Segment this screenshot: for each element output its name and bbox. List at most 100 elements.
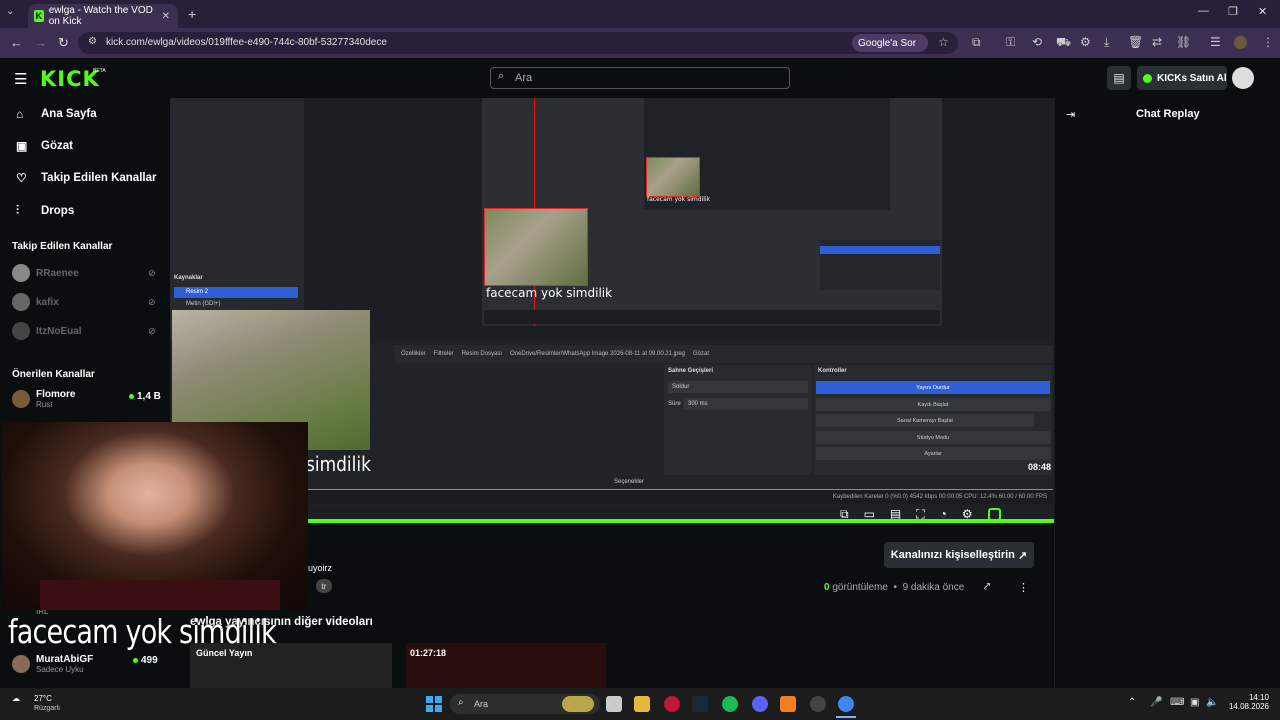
opera-icon[interactable]: [664, 696, 680, 712]
discord-icon[interactable]: [752, 696, 768, 712]
offline-icon: ⊘: [148, 325, 156, 336]
minimize-icon[interactable]: —: [1198, 5, 1209, 17]
browser-menu-icon[interactable]: ⋮: [1262, 35, 1274, 49]
file-explorer-icon[interactable]: [634, 696, 650, 712]
site-info-icon[interactable]: ⚙: [88, 36, 97, 47]
download-icon[interactable]: ⤓: [1104, 35, 1109, 50]
nav-drops-label: Drops: [41, 204, 75, 217]
back-icon[interactable]: ←: [10, 35, 23, 50]
url-text: kick.com/ewlga/videos/019fffee-e490-744c…: [106, 37, 387, 48]
home-icon: ⌂: [16, 107, 24, 121]
more-options-icon[interactable]: ⋮: [1018, 581, 1029, 594]
kicks-buy-button[interactable]: KICKs Satın Al: [1137, 66, 1227, 90]
google-sor-label: Google'a Sor: [858, 37, 917, 49]
obs-icon[interactable]: [810, 696, 826, 712]
cloud-icon[interactable]: [780, 696, 796, 712]
obs-tab: Resim Dosyası: [461, 351, 503, 357]
google-sor-button[interactable]: Google'a Sor: [852, 34, 928, 52]
obs-tab: Özellikler: [401, 351, 426, 357]
avatar: [12, 655, 30, 673]
bookmark-star-icon[interactable]: ☆: [938, 35, 949, 49]
close-tab-icon[interactable]: ✕: [162, 11, 170, 22]
obs-source-row: Resim 2: [174, 287, 298, 298]
restore-icon[interactable]: ❐: [1228, 5, 1238, 18]
reload-icon[interactable]: ↻: [58, 35, 69, 51]
language-tag[interactable]: tr: [316, 579, 332, 593]
puzzle-icon[interactable]: ⚙: [1080, 35, 1091, 49]
nav-drops[interactable]: ⫶ Drops: [16, 203, 74, 218]
followed-channel[interactable]: kafix ⊘: [12, 293, 156, 311]
taskbar-clock[interactable]: 14:10 14.08.2026: [1225, 693, 1269, 711]
library-icon: ▤: [1113, 71, 1125, 85]
obs-control-button: Sanal Kamerayı Başlat: [816, 414, 1034, 427]
channel-name: MuratAbiGF: [36, 654, 94, 665]
followed-heading: Takip Edilen Kanallar: [12, 241, 113, 252]
viewer-count: 499: [133, 655, 158, 666]
recommended-channel[interactable]: Flomore Rust: [12, 389, 75, 409]
channel-name: RRaenee: [36, 267, 79, 279]
kicks-buy-label: KICKs Satın Al: [1157, 72, 1227, 84]
car-icon[interactable]: ⛟: [1056, 35, 1071, 51]
search-icon: ⌕: [498, 70, 505, 82]
followed-channel[interactable]: ItzNoEual ⊘: [12, 322, 156, 340]
library-button[interactable]: ▤: [1107, 66, 1131, 90]
volume-icon[interactable]: 🔈: [1206, 697, 1218, 708]
nav-home[interactable]: ⌂ Ana Sayfa: [16, 107, 97, 121]
extensions-icon[interactable]: ⧉: [972, 35, 981, 50]
profile-avatar-icon[interactable]: [1234, 36, 1247, 49]
channel-name: Flomore: [36, 389, 76, 400]
kitten-image: [484, 208, 588, 286]
nav-following[interactable]: ♡ Takip Edilen Kanallar: [16, 171, 156, 185]
chrome-icon[interactable]: [838, 696, 854, 712]
browser-tab[interactable]: K ewlga - Watch the VOD on Kick ✕: [28, 4, 178, 28]
key-icon[interactable]: ⚿: [1006, 35, 1015, 50]
task-view-icon[interactable]: [606, 696, 622, 712]
menu-icon[interactable]: ☰: [14, 70, 27, 88]
trash-icon[interactable]: 🗑: [1128, 35, 1143, 49]
customize-channel-button[interactable]: Kanalınızı kişiselleştirin ↗: [884, 542, 1034, 568]
start-icon[interactable]: [426, 696, 442, 712]
obs-duration-label: Süre: [668, 401, 681, 407]
search-icon: ⌕: [458, 697, 464, 708]
tray-chevron-icon[interactable]: ⌃: [1128, 697, 1136, 708]
keyboard-icon[interactable]: ⌨: [1170, 697, 1184, 708]
kick-logo[interactable]: KICK: [40, 67, 100, 91]
obs-tab: Filtreler: [433, 351, 454, 357]
spotify-icon[interactable]: [722, 696, 738, 712]
reading-list-icon[interactable]: ☰: [1210, 35, 1221, 49]
viewer-count-value: 499: [141, 655, 158, 666]
history-icon[interactable]: ⟲: [1032, 35, 1042, 49]
time-ago: 9 dakika önce: [902, 582, 965, 593]
tab-search-icon[interactable]: ⌄: [6, 6, 14, 17]
close-window-icon[interactable]: ✕: [1258, 5, 1267, 18]
tab-title: ewlga - Watch the VOD on Kick: [48, 5, 153, 27]
obs-nested-button: [820, 246, 940, 254]
nav-home-label: Ana Sayfa: [41, 108, 97, 120]
live-dot-icon: [133, 657, 138, 663]
channel-name: ItzNoEual: [36, 325, 82, 337]
share-icon[interactable]: ⤤: [984, 581, 990, 594]
obs-control-button: Yayını Durdur: [816, 381, 1050, 394]
obs-source-row: Metin (GDI+): [186, 301, 221, 307]
user-avatar[interactable]: [1232, 67, 1254, 89]
translate-icon[interactable]: ⇄: [1152, 35, 1162, 49]
followed-channel[interactable]: RRaenee ⊘: [12, 264, 156, 282]
search-input[interactable]: Ara: [490, 67, 790, 89]
link-icon[interactable]: ⛓: [1176, 35, 1191, 49]
nav-browse[interactable]: ▣ Gözat: [16, 139, 73, 153]
network-icon[interactable]: ▣: [1190, 697, 1199, 708]
overlay-text: facecam yok simdilik: [486, 286, 613, 300]
mic-icon[interactable]: 🎤: [1150, 697, 1162, 708]
views-count: 0: [824, 582, 830, 593]
webcam-shirt: [40, 580, 280, 610]
forward-icon[interactable]: →: [34, 35, 47, 50]
recommended-channel[interactable]: MuratAbiGF Sadece Uyku: [12, 654, 93, 674]
steam-icon[interactable]: [692, 696, 708, 712]
drops-icon: ⫶: [16, 203, 20, 217]
collapse-chat-icon[interactable]: ⇥: [1066, 108, 1075, 121]
weather-icon[interactable]: ☁: [12, 694, 20, 703]
views-label: görüntüleme: [832, 582, 888, 593]
new-tab-icon[interactable]: +: [188, 6, 196, 22]
weather-desc: Rüzgarlı: [34, 705, 61, 712]
channel-info: MuratAbiGF Sadece Uyku: [36, 654, 93, 674]
